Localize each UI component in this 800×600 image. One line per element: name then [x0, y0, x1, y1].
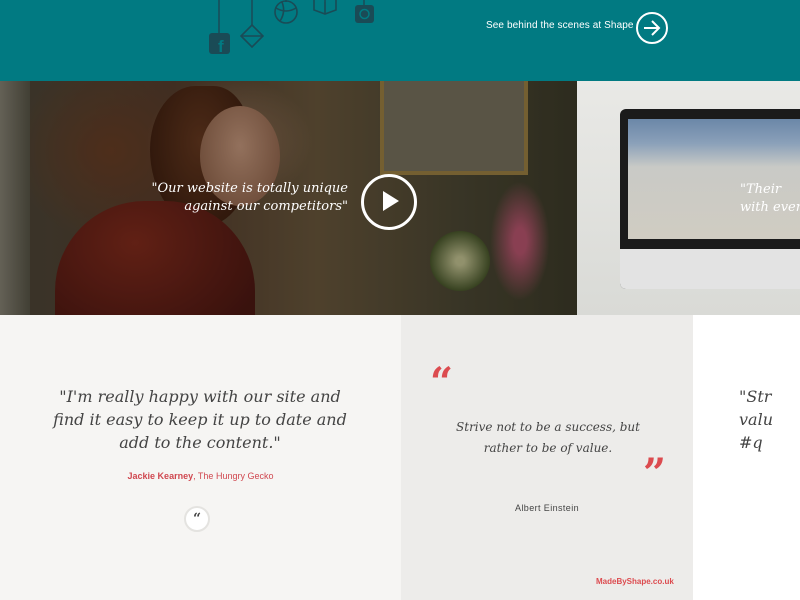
testimonial-card-partial: "Str valu #q	[693, 315, 800, 600]
testimonial-quote-partial: "Str valu #q	[739, 387, 773, 452]
testimonial-author: Jackie Kearney, The Hungry Gecko	[0, 471, 401, 481]
facebook-icon[interactable]: f	[209, 33, 230, 56]
video-slide[interactable]: "Our website is totally unique against o…	[0, 81, 577, 315]
author-company[interactable]: , The Hungry Gecko	[193, 471, 273, 481]
play-button[interactable]	[361, 174, 417, 230]
quote-text: Strive not to be a success, but rather t…	[456, 420, 640, 455]
arrow-right-button[interactable]	[636, 12, 668, 44]
testimonial-quote: "I'm really happy with our site and find…	[53, 387, 347, 452]
behind-scenes-link[interactable]: See behind the scenes at Shape	[486, 20, 634, 31]
close-quote-icon: ”	[643, 450, 667, 497]
quote-icon: “	[184, 506, 210, 532]
testimonial-card: "I'm really happy with our site and find…	[0, 315, 401, 600]
arrow-right-icon	[644, 20, 661, 36]
hanging-social-icons: f	[209, 0, 374, 56]
author-name: Jackie Kearney	[127, 471, 194, 481]
instagram-icon[interactable]	[355, 5, 374, 23]
quote-author: Albert Einstein	[514, 503, 580, 513]
cube-icon	[313, 0, 337, 15]
header-band: f See behind the scenes at Shape	[0, 0, 800, 81]
video-quote: "Our website is totally unique against o…	[151, 181, 348, 214]
quote-card: “ Strive not to be a success, but rather…	[401, 315, 693, 600]
diamond-icon	[239, 23, 265, 49]
basketball-icon	[274, 0, 298, 24]
svg-text:f: f	[218, 37, 224, 56]
video-quote-partial: "Their with ever	[740, 182, 800, 215]
open-quote-icon: “	[430, 359, 454, 406]
video-slide-next[interactable]: "Their with ever	[577, 81, 800, 315]
site-link[interactable]: MadeByShape.co.uk	[596, 577, 674, 586]
play-icon	[383, 191, 399, 211]
